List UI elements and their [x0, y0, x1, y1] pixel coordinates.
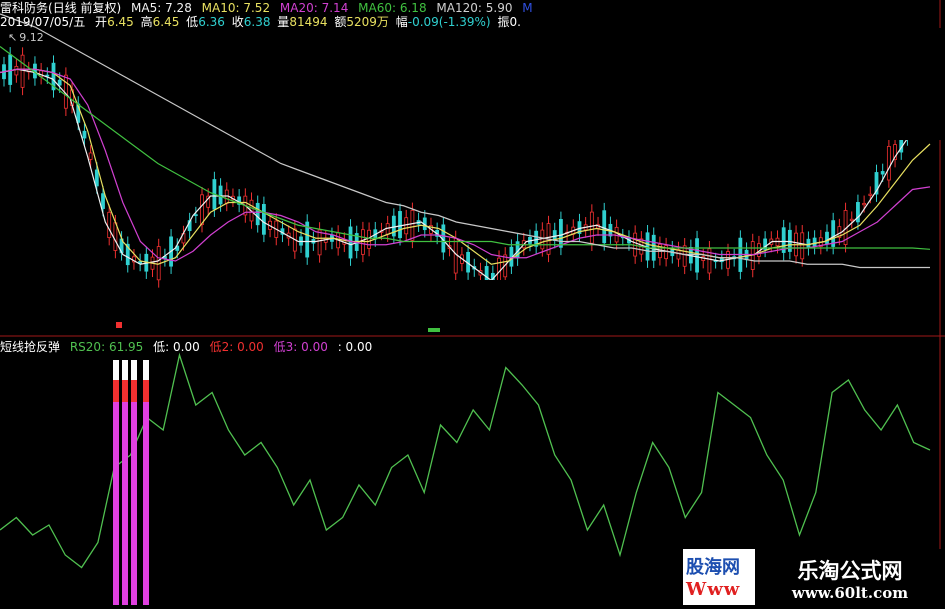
- candle-body: [367, 229, 371, 249]
- candle-body: [82, 130, 87, 139]
- candle-body: [404, 217, 409, 235]
- candle-body: [20, 54, 25, 88]
- high-readout: 高6.45: [140, 15, 180, 29]
- indicator-name: 短线抢反弹: [0, 340, 61, 354]
- ma10-readout: MA10: 7.52: [201, 1, 271, 15]
- candle-body: [602, 210, 607, 244]
- candle-body: [682, 245, 687, 267]
- amount-readout: 额5209万: [334, 15, 389, 29]
- watermark-guhai: 股海网 Www: [683, 549, 755, 605]
- candle-body: [695, 238, 699, 273]
- ma5-readout: MA5: 7.28: [131, 1, 192, 15]
- date-label: 2019/07/05/五: [0, 15, 86, 29]
- open-readout: 开6.45: [95, 15, 134, 29]
- ma120-readout: MA120: 5.90: [436, 1, 513, 15]
- signal-bar-top: [113, 360, 119, 380]
- candle-body: [453, 238, 458, 274]
- candle-body: [88, 152, 93, 160]
- signal-bar-top: [131, 360, 137, 380]
- signal-bar-cap: [131, 380, 137, 402]
- candle-body: [559, 219, 563, 248]
- candle-body: [224, 189, 229, 204]
- volume-readout: 量81494: [277, 15, 328, 29]
- low-readout: 低6.36: [186, 15, 225, 29]
- signal-bar: [122, 400, 128, 605]
- signal-bar-cap: [122, 380, 128, 402]
- signal-bar: [113, 400, 119, 605]
- candle-body: [57, 79, 62, 86]
- change-readout: 幅-0.09(-1.39%): [395, 15, 491, 29]
- signal-bar-cap: [113, 380, 119, 402]
- candle-body: [255, 202, 260, 226]
- candle-body: [14, 65, 19, 76]
- signal-bar-top: [143, 360, 149, 380]
- signal-bar: [143, 400, 149, 605]
- period-label: (日线 前复权): [48, 1, 122, 15]
- candle-body: [107, 211, 112, 238]
- candle-body: [806, 238, 811, 249]
- candle-body: [45, 74, 50, 77]
- candle-body: [113, 222, 118, 251]
- rs20-line: [0, 352, 931, 569]
- header-row-1: 雷科防务(日线 前复权) MA5: 7.28 MA10: 7.52 MA20: …: [0, 1, 539, 15]
- amplitude-readout: 振0.: [497, 15, 521, 29]
- candle-body: [868, 193, 873, 196]
- candle-body: [886, 146, 891, 181]
- candle-body: [862, 202, 867, 206]
- candle-body: [8, 54, 13, 85]
- watermark-guhai-title: 股海网: [686, 557, 740, 578]
- signal-bar-top: [122, 360, 128, 380]
- buy-marker: [116, 322, 122, 328]
- candle-body: [880, 171, 885, 175]
- cut-label: M: [522, 1, 533, 15]
- candle-body: [589, 211, 594, 244]
- signal-bar: [131, 400, 137, 605]
- extra-readout: : 0.00: [337, 340, 373, 354]
- candle-body: [812, 237, 817, 248]
- candle-body: [101, 193, 105, 209]
- low-indicator-readout: 低: 0.00: [153, 340, 200, 354]
- candle-body: [540, 229, 545, 250]
- signal-bar-cap: [143, 380, 149, 402]
- candle-body: [193, 214, 198, 217]
- candle-body: [261, 204, 266, 235]
- candle-body: [398, 211, 402, 239]
- ma60-readout: MA60: 6.18: [358, 1, 427, 15]
- ma20-readout: MA20: 7.14: [279, 1, 349, 15]
- mask-top-right: [534, 28, 945, 140]
- axis-marker: ↖ 9.12: [8, 31, 44, 44]
- candle-body: [825, 231, 829, 244]
- candle-body: [94, 169, 99, 187]
- close-readout: 收6.38: [231, 15, 271, 29]
- candle-body: [849, 218, 854, 222]
- arrow-icon: ↖: [8, 31, 18, 44]
- candle-body: [800, 232, 805, 260]
- watermark-guhai-www: Www: [686, 579, 741, 600]
- indicator-header: 短线抢反弹 RS20: 61.95 低: 0.00 低2: 0.00 低3: 0…: [0, 340, 378, 354]
- candle-body: [218, 185, 223, 205]
- candle-body: [317, 229, 322, 256]
- watermark-letao-url: www.60lt.com: [791, 584, 909, 602]
- candle-body: [410, 210, 415, 241]
- candle-body: [348, 226, 353, 259]
- mask-middle: [226, 280, 720, 328]
- stock-name: 雷科防务: [0, 1, 49, 15]
- candle-body: [200, 194, 204, 225]
- watermark-letao-title: 乐淘公式网: [797, 559, 903, 583]
- low3-readout: 低3: 0.00: [273, 340, 328, 354]
- rs20-readout: RS20: 61.95: [69, 340, 144, 354]
- header-row-2: 2019/07/05/五 开6.45 高6.45 低6.36 收6.38 量81…: [0, 15, 527, 29]
- low2-readout: 低2: 0.00: [209, 340, 264, 354]
- watermark-letao: 乐淘公式网 www.60lt.com: [755, 549, 945, 609]
